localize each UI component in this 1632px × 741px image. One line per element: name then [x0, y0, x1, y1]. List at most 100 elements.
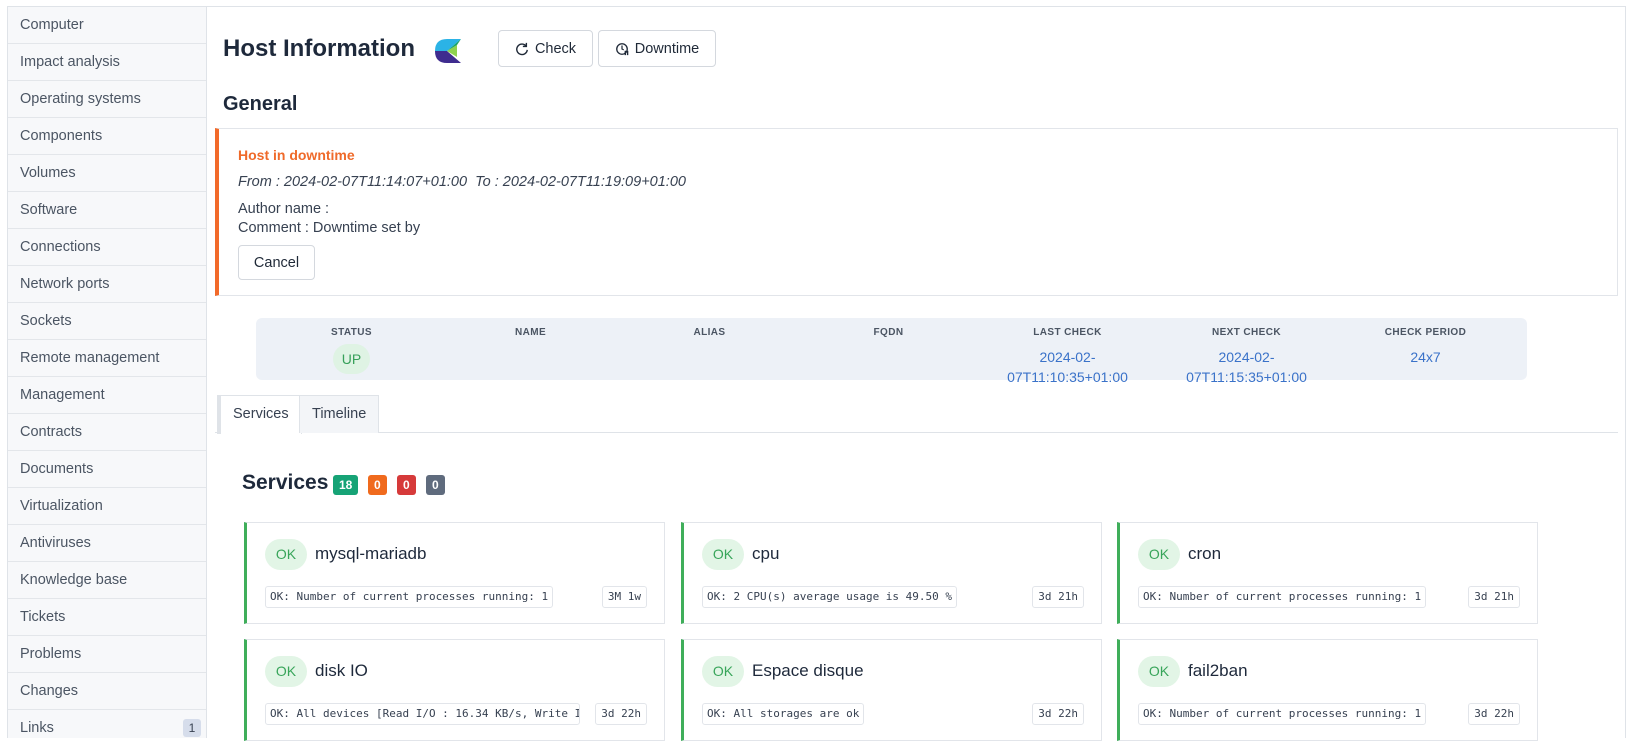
service-status-badge: OK [702, 656, 744, 687]
refresh-icon [516, 42, 528, 55]
service-status-badge: OK [1138, 656, 1180, 687]
service-age: 3M 1w [601, 586, 647, 608]
service-output: OK: All storages are ok [702, 703, 865, 725]
service-age: 3d 21h [1032, 586, 1084, 608]
app-root: Computer Impact analysis Operating syste… [0, 0, 1632, 741]
service-output: OK: 2 CPU(s) average usage is 49.50 % [702, 586, 958, 608]
sidebar-item-links[interactable]: Links 1 [8, 710, 206, 738]
tab-bar: Services Timeline [215, 395, 1618, 434]
check-button[interactable]: Check [498, 30, 593, 67]
service-age: 3d 22h [1468, 703, 1520, 725]
sidebar-item-label: Management [20, 387, 105, 403]
service-status-badge: OK [1138, 539, 1180, 570]
alias-column: ALIAS [620, 318, 799, 347]
status-column: STATUS UP [262, 318, 441, 374]
column-header: NEXT CHECK [1211, 327, 1281, 338]
main-content: Host Information Check Downtime General [207, 6, 1626, 741]
sidebar-item-problems[interactable]: Problems [8, 636, 206, 673]
service-output: OK: Number of current processes running:… [1138, 703, 1427, 725]
page-title: Host Information [223, 35, 415, 62]
sidebar-item-label: Computer [20, 17, 84, 33]
service-name: Espace disque [752, 661, 864, 680]
service-card[interactable]: OK cpu OK: 2 CPU(s) average usage is 49.… [681, 522, 1102, 624]
sidebar-item-software[interactable]: Software [8, 192, 206, 229]
sidebar-item-connections[interactable]: Connections [8, 229, 206, 266]
sidebar-item-changes[interactable]: Changes [8, 673, 206, 710]
cancel-downtime-button[interactable]: Cancel [238, 245, 315, 280]
sidebar-item-label: Sockets [20, 313, 72, 329]
service-card[interactable]: OK cron OK: Number of current processes … [1117, 522, 1538, 624]
service-status-badge: OK [265, 539, 307, 570]
sidebar-item-label: Impact analysis [20, 54, 120, 70]
service-name: fail2ban [1188, 661, 1248, 680]
downtime-button-label: Downtime [634, 40, 700, 57]
section-title-general: General [223, 93, 298, 115]
cancel-button-label: Cancel [253, 254, 300, 271]
next-check-column: NEXT CHECK 2024-02- 07T11:15:35+01:00 [1157, 318, 1336, 387]
service-status-badge: OK [265, 656, 307, 687]
service-card[interactable]: OK disk IO OK: All devices [Read I/O : 1… [244, 639, 665, 741]
next-check-date: 2024-02- [1218, 349, 1275, 365]
sidebar-item-label: Documents [20, 461, 94, 477]
sidebar-item-volumes[interactable]: Volumes [8, 155, 206, 192]
downtime-range: From : 2024-02-07T11:14:07+01:00 To : 20… [238, 174, 686, 190]
clock-pause-icon [615, 42, 629, 55]
sidebar-item-network-ports[interactable]: Network ports [8, 266, 206, 303]
sidebar-item-contracts[interactable]: Contracts [8, 414, 206, 451]
last-check-date: 2024-02- [1039, 349, 1096, 365]
service-card[interactable]: OK mysql-mariadb OK: Number of current p… [244, 522, 665, 624]
sidebar-item-management[interactable]: Management [8, 377, 206, 414]
sidebar-item-label: Volumes [20, 165, 76, 181]
sidebar-item-impact-analysis[interactable]: Impact analysis [8, 44, 206, 81]
column-header: LAST CHECK [1033, 327, 1102, 338]
tab-timeline[interactable]: Timeline [299, 395, 380, 433]
column-header: STATUS [331, 327, 372, 338]
critical-count-badge: 0 [397, 475, 416, 495]
unknown-count-badge: 0 [426, 475, 445, 495]
sidebar-item-components[interactable]: Components [8, 118, 206, 155]
sidebar: Computer Impact analysis Operating syste… [7, 6, 207, 738]
tab-services[interactable]: Services [217, 395, 302, 434]
sidebar-item-virtualization[interactable]: Virtualization [8, 488, 206, 525]
sidebar-item-computer[interactable]: Computer [8, 7, 206, 44]
sidebar-item-sockets[interactable]: Sockets [8, 303, 206, 340]
sidebar-item-label: Antiviruses [20, 535, 91, 551]
last-check-column: LAST CHECK 2024-02- 07T11:10:35+01:00 [978, 318, 1157, 387]
downtime-title: Host in downtime [238, 147, 355, 163]
host-info-table: STATUS UP NAME ALIAS FQDN LAST CHECK 202… [256, 318, 1527, 385]
sidebar-item-label: Virtualization [20, 498, 103, 514]
sidebar-item-tickets[interactable]: Tickets [8, 599, 206, 636]
sidebar-item-label: Software [20, 202, 78, 218]
sidebar-item-label: Knowledge base [20, 572, 128, 588]
sidebar-item-label: Remote management [20, 350, 160, 366]
next-check-time: 07T11:15:35+01:00 [1186, 369, 1307, 385]
column-header: NAME [514, 327, 547, 338]
service-output: OK: Number of current processes running:… [265, 586, 554, 608]
service-age: 3d 21h [1468, 586, 1520, 608]
check-period-column: CHECK PERIOD 24x7 [1336, 318, 1515, 367]
service-name: disk IO [315, 661, 368, 680]
sidebar-item-knowledge-base[interactable]: Knowledge base [8, 562, 206, 599]
downtime-comment: Comment : Downtime set by [238, 220, 421, 236]
app-logo-icon [435, 39, 461, 63]
sidebar-item-label: Changes [20, 683, 79, 699]
check-period-value[interactable]: 24x7 [1336, 347, 1515, 367]
sidebar-item-label: Tickets [20, 609, 66, 625]
service-name: cpu [752, 544, 780, 563]
sidebar-item-label: Contracts [20, 424, 83, 440]
sidebar-item-operating-systems[interactable]: Operating systems [8, 81, 206, 118]
sidebar-item-remote-management[interactable]: Remote management [8, 340, 206, 377]
sidebar-item-documents[interactable]: Documents [8, 451, 206, 488]
sidebar-item-label: Components [20, 128, 103, 144]
column-header: ALIAS [693, 327, 726, 338]
host-status-badge: UP [332, 344, 371, 374]
service-card[interactable]: OK Espace disque OK: All storages are ok… [681, 639, 1102, 741]
service-card[interactable]: OK fail2ban OK: Number of current proces… [1117, 639, 1538, 741]
count-badge: 1 [183, 719, 201, 737]
column-header: FQDN [873, 327, 904, 338]
last-check-value: 2024-02- 07T11:10:35+01:00 [978, 347, 1157, 387]
service-name: mysql-mariadb [315, 544, 427, 563]
sidebar-item-antiviruses[interactable]: Antiviruses [8, 525, 206, 562]
service-status-badge: OK [702, 539, 744, 570]
downtime-button[interactable]: Downtime [598, 30, 716, 67]
